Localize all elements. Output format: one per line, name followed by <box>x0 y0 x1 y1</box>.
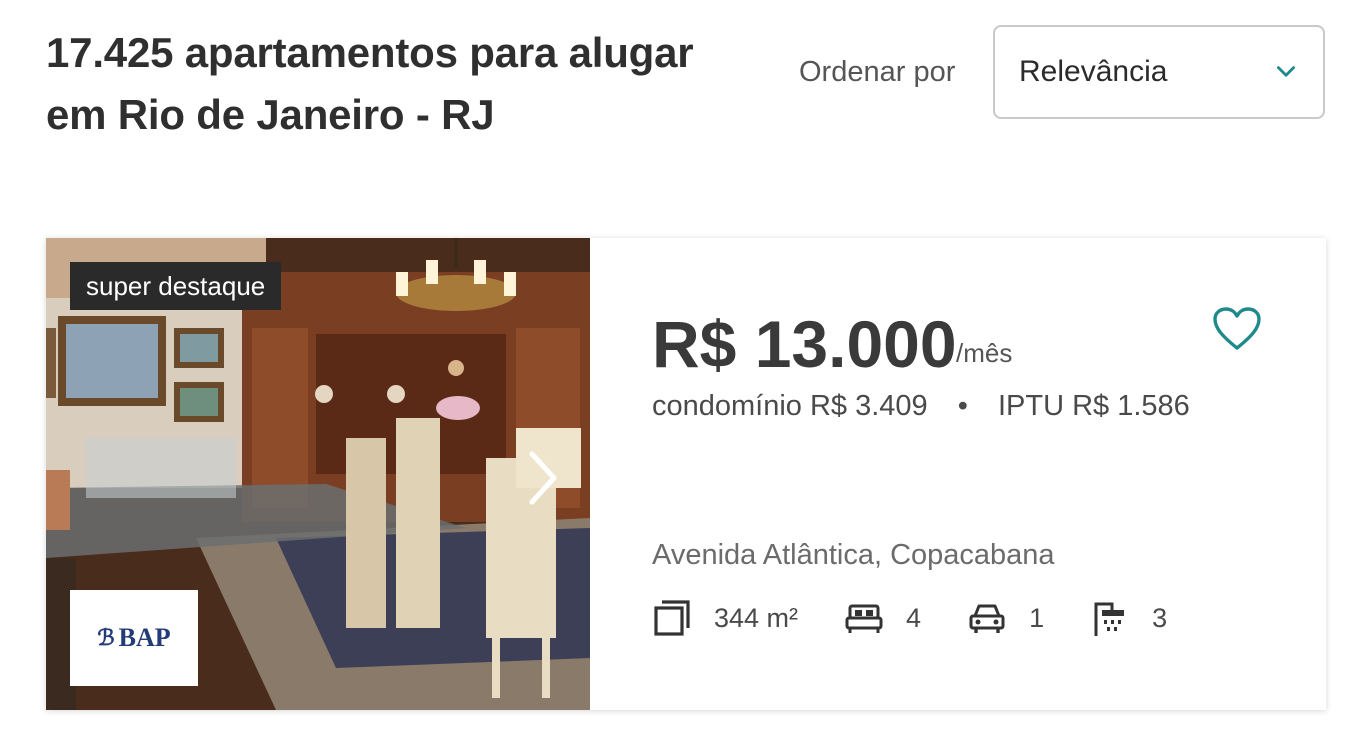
agency-logo: ℬ BAP <box>70 590 198 686</box>
fees-line: condomínio R$ 3.409 • IPTU R$ 1.586 <box>652 388 1190 424</box>
listing-photo[interactable]: super destaque ℬ BAP <box>46 238 590 710</box>
car-icon <box>969 604 1005 633</box>
listing-info: R$ 13.000 /mês condomínio R$ 3.409 • IPT… <box>590 238 1326 710</box>
listing-price: R$ 13.000 <box>652 307 957 381</box>
area-value: 344 m² <box>714 602 799 633</box>
agency-logo-text: BAP <box>118 623 171 652</box>
feature-bathrooms: 3 <box>1090 598 1167 638</box>
area-icon <box>654 600 690 636</box>
chevron-right-icon[interactable] <box>518 446 568 510</box>
bathrooms-value: 3 <box>1152 602 1168 633</box>
shower-icon <box>1094 602 1125 636</box>
feature-parking: 1 <box>967 598 1044 638</box>
sort-select[interactable]: Relevância <box>993 25 1325 119</box>
price-unit: /mês <box>956 338 1013 368</box>
super-highlight-badge: super destaque <box>70 262 282 310</box>
page-title: 17.425 apartamentos para alugar em Rio d… <box>46 29 694 138</box>
sort-select-value: Relevância <box>1019 55 1168 88</box>
features-row: 344 m² 4 1 3 <box>652 598 1213 638</box>
bedrooms-value: 4 <box>906 602 922 633</box>
iptu-fee: IPTU R$ 1.586 <box>997 390 1190 422</box>
heart-icon[interactable] <box>1212 306 1262 352</box>
agency-logo-mark: ℬ <box>97 625 115 650</box>
feature-bedrooms: 4 <box>844 598 921 638</box>
condo-fee: condomínio R$ 3.409 <box>652 390 928 422</box>
parking-value: 1 <box>1029 602 1045 633</box>
feature-area: 344 m² <box>652 598 798 638</box>
chevron-down-icon <box>1277 66 1295 77</box>
bed-icon <box>845 604 883 633</box>
fee-separator: • <box>957 390 968 422</box>
listing-card[interactable]: super destaque ℬ BAP R$ 13.000 /mês cond… <box>46 238 1326 710</box>
sort-label: Ordenar por <box>799 56 956 88</box>
listing-address: Avenida Atlântica, Copacabana <box>652 539 1055 571</box>
